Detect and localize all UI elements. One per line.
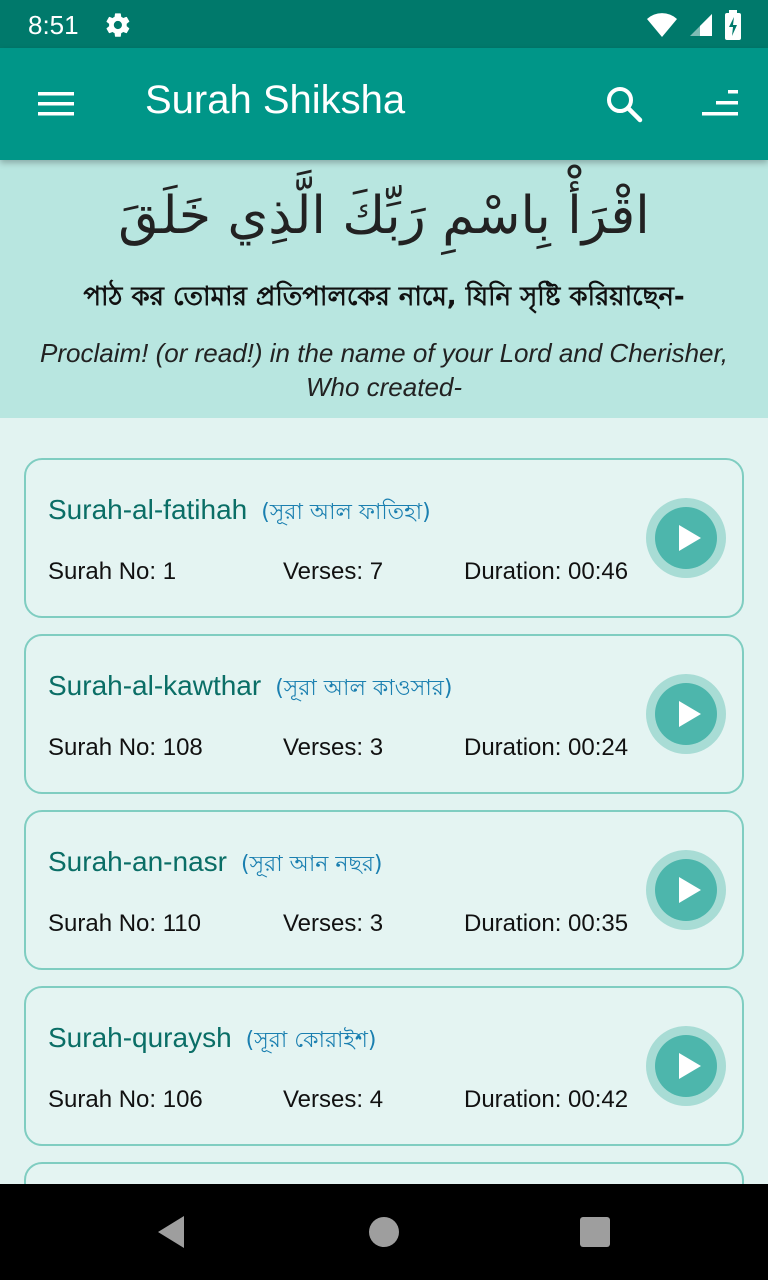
navigation-bar (0, 1184, 768, 1280)
surah-name-bangla: (সূরা আন নছর) (240, 852, 383, 877)
signal-icon (688, 12, 714, 43)
surah-name: Surah-quraysh (48, 1022, 232, 1053)
surah-number: Surah No: 108 (48, 734, 203, 761)
surah-number: Surah No: 1 (48, 558, 177, 585)
surah-name: Surah-al-fatihah (48, 494, 248, 525)
search-icon (607, 87, 643, 123)
play-icon (679, 877, 701, 903)
status-time: 8:51 (28, 10, 79, 40)
surah-card[interactable]: Surah-quraysh (সূরা কোরাইশ) Surah No: 106… (24, 986, 744, 1146)
home-button[interactable] (369, 1217, 399, 1247)
search-button[interactable] (604, 84, 644, 124)
app-title: Surah Shiksha (145, 78, 406, 122)
back-icon (158, 1216, 184, 1248)
surah-name: Surah-al-kawthar (48, 670, 262, 701)
surah-verses: Verses: 3 (283, 734, 384, 761)
play-button[interactable] (646, 850, 726, 930)
surah-duration: Duration: 00:35 (464, 910, 629, 937)
surah-card[interactable]: Surah-al-kawthar (সূরা আল কাওসার) Surah N… (24, 634, 744, 794)
menu-icon (38, 92, 74, 116)
bangla-translation: পাঠ কর তোমার প্রতিপালকের নামে, যিনি সৃষ্… (83, 282, 685, 312)
english-translation: Proclaim! (or read!) in the name of your… (40, 338, 728, 402)
sort-button[interactable] (700, 88, 740, 120)
surah-list[interactable]: Surah-al-fatihah (সূরা আল ফাতিহা) Surah N… (0, 418, 768, 1184)
surah-duration: Duration: 00:46 (464, 558, 629, 585)
menu-button[interactable] (36, 86, 76, 122)
surah-duration: Duration: 00:42 (464, 1086, 629, 1113)
status-bar: 8:51 (0, 0, 768, 48)
play-button[interactable] (646, 674, 726, 754)
gear-icon (104, 11, 132, 39)
arabic-verse: اقْرَأْ بِاسْمِ رَبِّكَ الَّذِي خَلَقَ (118, 186, 650, 246)
play-button[interactable] (646, 498, 726, 578)
battery-charging-icon (724, 10, 742, 45)
surah-card[interactable]: Surah-an-nasr (সূরা আন নছর) Surah No: 110… (24, 810, 744, 970)
wifi-icon (646, 12, 678, 43)
surah-name-bangla: (সূরা কোরাইশ) (245, 1028, 377, 1053)
surah-number: Surah No: 106 (48, 1086, 203, 1113)
recents-button[interactable] (580, 1217, 610, 1247)
surah-verses: Verses: 7 (283, 558, 384, 585)
sort-icon (702, 90, 738, 116)
play-button[interactable] (646, 1026, 726, 1106)
verse-banner: اقْرَأْ بِاسْمِ رَبِّكَ الَّذِي خَلَقَ প… (0, 160, 768, 418)
app-bar: Surah Shiksha (0, 48, 768, 160)
surah-verses: Verses: 3 (283, 910, 384, 937)
play-icon (679, 701, 701, 727)
surah-duration: Duration: 00:24 (464, 734, 629, 761)
back-button[interactable] (156, 1214, 186, 1250)
surah-verses: Verses: 4 (283, 1086, 384, 1113)
surah-name: Surah-an-nasr (48, 846, 227, 877)
surah-name-bangla: (সূরা আল ফাতিহা) (261, 500, 431, 525)
play-icon (679, 525, 701, 551)
surah-card-partial[interactable] (24, 1162, 744, 1184)
surah-name-bangla: (সূরা আল কাওসার) (275, 676, 453, 701)
play-icon (679, 1053, 701, 1079)
surah-card[interactable]: Surah-al-fatihah (সূরা আল ফাতিহা) Surah N… (24, 458, 744, 618)
surah-number: Surah No: 110 (48, 910, 201, 937)
